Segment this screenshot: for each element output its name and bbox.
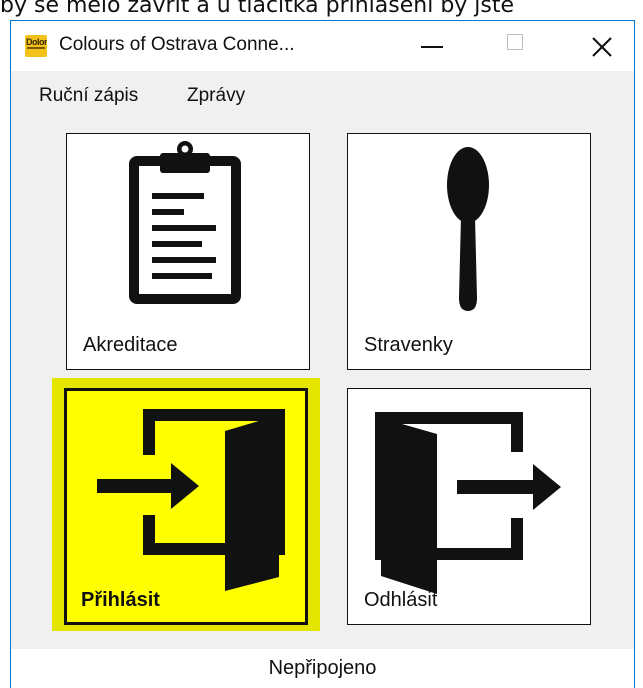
maximize-icon	[507, 34, 523, 50]
window-title: Colours of Ostrava Conne...	[59, 34, 295, 55]
app-window: Dolor Colours of Ostrava Conne... Ruční …	[10, 20, 635, 688]
connection-status: Nepřipojeno	[268, 657, 377, 679]
minimize-button[interactable]	[402, 21, 462, 71]
close-button[interactable]	[572, 21, 632, 71]
menu-bar: Ruční zápis Zprávy	[11, 71, 634, 115]
app-logo-icon: Dolor	[25, 35, 47, 57]
selected-tile-frame: Přihlásit	[52, 378, 320, 631]
tile-stravenky[interactable]: Stravenky	[347, 133, 591, 370]
tile-label-odhlasit: Odhlásit	[364, 589, 438, 611]
tile-prihlasit[interactable]: Přihlásit	[64, 388, 308, 625]
tile-akreditace[interactable]: Akreditace	[66, 133, 310, 370]
tile-label-akreditace: Akreditace	[83, 334, 178, 356]
status-bar: Nepřipojeno	[11, 649, 634, 688]
tile-label-prihlasit: Přihlásit	[81, 589, 160, 611]
background-document-text: by se mělo zavřít a u tlačítka přihlášen…	[0, 0, 515, 18]
maximize-button[interactable]	[486, 21, 546, 71]
title-bar[interactable]: Dolor Colours of Ostrava Conne...	[11, 21, 634, 71]
login-door-icon	[97, 409, 285, 591]
tile-label-stravenky: Stravenky	[364, 334, 453, 356]
minimize-icon	[421, 46, 443, 48]
tile-odhlasit[interactable]: Odhlásit	[347, 388, 591, 625]
menu-item-zpravy[interactable]: Zprávy	[187, 85, 245, 107]
screen: by se mělo zavřít a u tlačítka přihlášen…	[0, 0, 643, 688]
menu-item-rucni-zapis[interactable]: Ruční zápis	[39, 85, 138, 107]
close-icon	[592, 37, 612, 57]
